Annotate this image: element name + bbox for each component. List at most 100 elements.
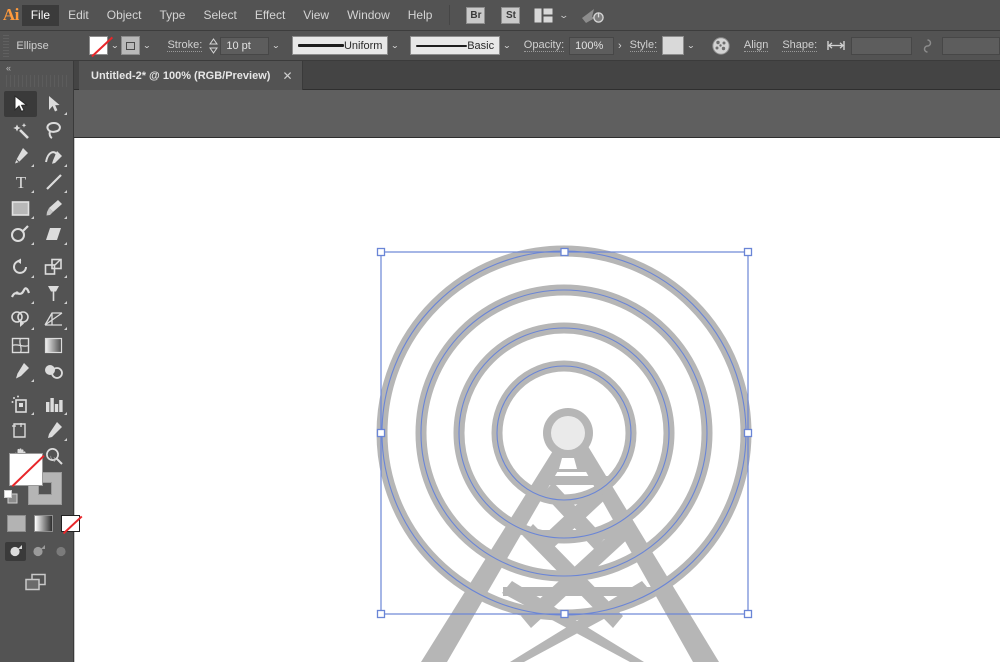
menu-select[interactable]: Select xyxy=(194,5,245,26)
flyout-indicator xyxy=(31,190,34,193)
stroke-weight-label[interactable]: Stroke: xyxy=(167,39,203,52)
document-tab[interactable]: Untitled-2* @ 100% (RGB/Preview) ✕ xyxy=(79,61,303,90)
basic-brush-preview-icon xyxy=(416,44,468,47)
link-chain-icon[interactable] xyxy=(921,38,934,54)
menu-edit[interactable]: Edit xyxy=(59,5,98,26)
lasso-tool[interactable] xyxy=(37,117,70,143)
workspace-layout-icon[interactable] xyxy=(534,8,553,23)
selection-tool[interactable] xyxy=(4,91,37,117)
document-header-strip xyxy=(74,90,1000,138)
opacity-options-arrow-icon[interactable]: › xyxy=(614,40,626,52)
document-tab-title: Untitled-2* @ 100% (RGB/Preview) xyxy=(91,69,271,82)
brush-definition-chevron-down-icon[interactable]: ⌄ xyxy=(498,36,516,55)
stroke-weight-stepper[interactable] xyxy=(208,37,218,55)
eraser-tool[interactable] xyxy=(37,221,70,247)
collapse-panel-icon[interactable]: « xyxy=(0,61,73,75)
column-graph-tool[interactable] xyxy=(37,391,70,417)
menu-effect[interactable]: Effect xyxy=(246,5,294,26)
magic-wand-tool[interactable] xyxy=(4,117,37,143)
stroke-weight-input[interactable]: 10 pt xyxy=(220,36,269,55)
shaper-tool[interactable] xyxy=(4,221,37,247)
shape-height-input[interactable] xyxy=(942,36,1000,55)
flyout-indicator xyxy=(31,164,34,167)
tools-panel-grip[interactable] xyxy=(6,75,67,87)
graphic-style-swatch[interactable] xyxy=(662,36,685,55)
fill-color-box[interactable] xyxy=(9,453,43,486)
menu-window[interactable]: Window xyxy=(338,5,399,26)
eyedropper-tool[interactable] xyxy=(4,358,37,384)
width-profile-dropdown[interactable]: Uniform xyxy=(292,36,389,55)
full-screen-mode-button[interactable] xyxy=(51,542,72,561)
gradient-button[interactable] xyxy=(34,515,53,532)
scale-tool[interactable] xyxy=(37,254,70,280)
swap-fill-stroke-icon[interactable]: ⤷ xyxy=(50,451,57,466)
drawing-mode-button[interactable] xyxy=(24,573,48,592)
shape-builder-tool[interactable] xyxy=(4,306,37,332)
tools-divider xyxy=(4,384,37,391)
flyout-indicator xyxy=(31,242,34,245)
none-button[interactable] xyxy=(61,515,80,532)
fill-color-swatch[interactable] xyxy=(89,36,108,55)
flyout-indicator xyxy=(64,216,67,219)
blend-tool[interactable] xyxy=(37,358,70,384)
flyout-indicator xyxy=(31,379,34,382)
stroke-weight-chevron-down-icon[interactable]: ⌄ xyxy=(267,36,285,55)
rectangle-tool[interactable] xyxy=(4,195,37,221)
brush-definition-dropdown[interactable]: Basic xyxy=(410,36,501,55)
flyout-indicator xyxy=(64,327,67,330)
screen-mode-buttons xyxy=(5,542,72,561)
gradient-tool[interactable] xyxy=(37,332,70,358)
style-label[interactable]: Style: xyxy=(629,39,658,52)
opacity-label[interactable]: Opacity: xyxy=(523,39,565,52)
bridge-button[interactable]: Br xyxy=(466,6,486,24)
width-tool[interactable] xyxy=(4,280,37,306)
menu-view[interactable]: View xyxy=(294,5,338,26)
shape-width-input[interactable] xyxy=(851,36,913,55)
artboard-tool[interactable] xyxy=(4,417,37,443)
symbol-sprayer-tool[interactable] xyxy=(4,391,37,417)
align-button[interactable]: Align xyxy=(743,39,769,52)
control-bar-grip[interactable] xyxy=(3,34,10,57)
style-chevron-down-icon[interactable]: ⌄ xyxy=(682,36,700,55)
tools-panel: « T ⤷ xyxy=(0,61,80,662)
illustrator-window: Ai File Edit Object Type Select Effect V… xyxy=(0,0,1000,662)
menu-bar: Ai File Edit Object Type Select Effect V… xyxy=(0,0,1000,31)
free-transform-tool[interactable] xyxy=(37,280,70,306)
full-screen-menubar-button[interactable] xyxy=(28,542,49,561)
line-segment-tool[interactable] xyxy=(37,169,70,195)
sync-settings-icon[interactable] xyxy=(581,7,605,24)
flyout-indicator xyxy=(31,216,34,219)
menu-help[interactable]: Help xyxy=(399,5,442,26)
slice-tool[interactable] xyxy=(37,417,70,443)
opacity-input[interactable]: 100% xyxy=(569,36,614,55)
broadcast-tower-artwork[interactable] xyxy=(74,138,1000,662)
width-profile-label: Uniform xyxy=(343,39,383,52)
color-button[interactable] xyxy=(7,515,26,532)
stock-button[interactable]: St xyxy=(501,6,521,24)
normal-screen-mode-button[interactable] xyxy=(5,542,26,561)
shape-label[interactable]: Shape: xyxy=(782,39,818,52)
curvature-tool[interactable] xyxy=(37,143,70,169)
flyout-indicator xyxy=(31,301,34,304)
workspace-chevron-down-icon[interactable]: ⌄ xyxy=(559,10,570,21)
paintbrush-tool[interactable] xyxy=(37,195,70,221)
fill-chevron-down-icon[interactable]: ⌄ xyxy=(106,36,124,55)
menu-object[interactable]: Object xyxy=(98,5,151,26)
pen-tool[interactable] xyxy=(4,143,37,169)
mesh-tool[interactable] xyxy=(4,332,37,358)
artboard-canvas[interactable] xyxy=(74,138,1000,662)
document-setup-icon[interactable] xyxy=(712,36,730,55)
close-icon[interactable]: ✕ xyxy=(282,70,292,82)
tools-divider xyxy=(4,247,37,254)
direct-selection-tool[interactable] xyxy=(37,91,70,117)
perspective-grid-tool[interactable] xyxy=(37,306,70,332)
rotate-tool[interactable] xyxy=(4,254,37,280)
default-fill-stroke-icon[interactable] xyxy=(4,490,18,504)
menu-file[interactable]: File xyxy=(21,4,60,26)
flyout-indicator xyxy=(64,275,67,278)
type-tool[interactable]: T xyxy=(4,169,37,195)
stroke-chevron-down-icon[interactable]: ⌄ xyxy=(138,36,156,55)
width-profile-chevron-down-icon[interactable]: ⌄ xyxy=(386,36,404,55)
menu-type[interactable]: Type xyxy=(150,5,194,26)
flyout-indicator xyxy=(64,438,67,441)
